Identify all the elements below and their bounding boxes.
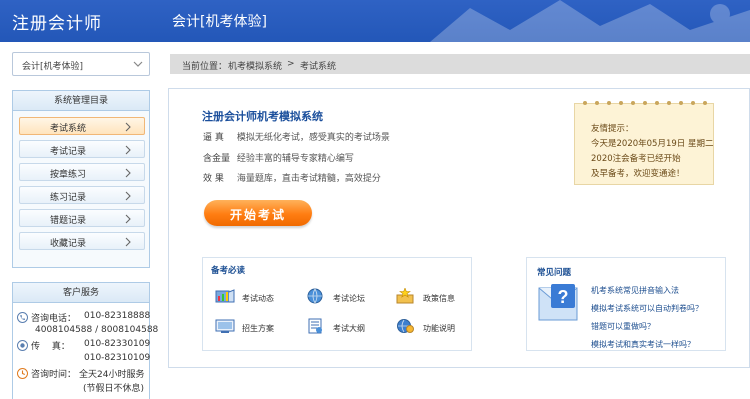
clock-icon	[17, 368, 28, 379]
prep-item-forum[interactable]: 考试论坛	[333, 293, 365, 304]
customer-service-box: 客户服务 咨询电话： 010-82318888 4008104588 / 800…	[12, 282, 158, 399]
tip-line-3: 及早备考，欢迎变通途！	[591, 169, 685, 179]
menu-item-favorites[interactable]: 收藏记录	[19, 232, 145, 250]
gear-globe-icon	[397, 319, 414, 333]
prep-title: 备考必读	[211, 266, 246, 276]
stars-icon	[396, 288, 414, 304]
header-decoration	[430, 0, 750, 42]
breadcrumb-item-simulation[interactable]: 机考模拟系统	[228, 59, 282, 72]
feature-text: 海量题库，直击考试精髓，高效提分	[236, 174, 381, 184]
feature-text: 模拟无纸化考试，感受真实的考试场景	[236, 133, 390, 143]
chevron-right-icon	[125, 214, 131, 224]
system-menu: 系统管理目录 考试系统 考试记录 按章练习 练习记录 错题记录 收藏记录	[12, 90, 150, 268]
tip-date: 今天是2020年05月19日 星期二	[591, 139, 714, 149]
chevron-right-icon	[125, 122, 131, 132]
fax-number-2: 010-82310109	[84, 353, 151, 363]
faq-question-1[interactable]: 机考系统常见拼音输入法	[591, 285, 679, 296]
chart-book-icon	[215, 289, 235, 303]
tip-line-2: 2020注会备考已经开始	[591, 154, 681, 164]
faq-question-4[interactable]: 模拟考试和真实考试一样吗？	[591, 339, 695, 350]
fax-icon	[17, 340, 28, 351]
menu-item-label: 收藏记录	[49, 239, 86, 249]
menu-item-label: 按章练习	[49, 170, 86, 180]
menu-item-exam-records[interactable]: 考试记录	[19, 140, 145, 158]
prep-item-enrollment[interactable]: 招生方案	[242, 323, 274, 334]
faq-question-3[interactable]: 错题可以重做吗？	[591, 321, 655, 332]
menu-item-wrong-answers[interactable]: 错题记录	[19, 209, 145, 227]
feature-effect: 效 果 海量题库，直击考试精髓，高效提分	[203, 171, 381, 184]
fax-number-1: 010-82330109	[84, 339, 151, 349]
exam-title: 会计[机考体验]	[172, 14, 267, 30]
feature-key: 含金量	[203, 154, 231, 164]
prep-item-exam-news[interactable]: 考试动态	[242, 293, 274, 304]
question-mark-icon: ?	[538, 284, 578, 321]
chevron-right-icon	[125, 191, 131, 201]
document-icon	[308, 318, 322, 334]
feature-value: 含金量 经验丰富的辅导专家精心编写	[203, 151, 354, 164]
menu-item-chapter-practice[interactable]: 按章练习	[19, 163, 145, 181]
phone-label: 咨询电话：	[31, 314, 77, 324]
service-time-2: (节假日不休息)	[83, 384, 145, 394]
phone-icon	[17, 312, 28, 323]
service-time-1: 全天24小时服务	[79, 370, 145, 380]
menu-item-label: 练习记录	[49, 193, 86, 203]
feature-realistic: 逼 真 模拟无纸化考试，感受真实的考试场景	[203, 130, 390, 143]
chevron-right-icon	[125, 168, 131, 178]
system-menu-title: 系统管理目录	[13, 91, 149, 111]
faq-question-2[interactable]: 模拟考试系统可以自动判卷吗？	[591, 303, 703, 314]
prep-item-features[interactable]: 功能说明	[423, 323, 455, 334]
breadcrumb-separator: >	[287, 59, 295, 69]
spiral-binding-icon	[583, 101, 707, 105]
breadcrumb: 当前位置： 机考模拟系统 > 考试系统	[170, 54, 750, 74]
chevron-down-icon	[133, 61, 143, 67]
customer-service-title: 客户服务	[13, 283, 149, 303]
menu-item-practice-records[interactable]: 练习记录	[19, 186, 145, 204]
prep-item-syllabus[interactable]: 考试大纲	[333, 323, 365, 334]
phone-number-1: 010-82318888	[84, 311, 151, 321]
chevron-right-icon	[125, 237, 131, 247]
feature-key: 效 果	[203, 174, 224, 184]
tip-note: 友情提示： 今天是2020年05月19日 星期二 2020注会备考已经开始 及早…	[574, 101, 714, 185]
prep-item-policy[interactable]: 政策信息	[423, 293, 455, 304]
globe-icon	[307, 288, 323, 304]
svg-text:?: ?	[558, 287, 569, 307]
breadcrumb-prefix: 当前位置：	[182, 62, 228, 72]
feature-key: 逼 真	[203, 133, 224, 143]
tip-title: 友情提示：	[591, 124, 634, 134]
start-exam-label: 开始考试	[229, 208, 286, 222]
breadcrumb-item-exam-system: 考试系统	[300, 62, 337, 72]
menu-item-label: 考试记录	[49, 147, 86, 157]
phone-number-2: 4008104588 / 8008104588	[35, 325, 159, 335]
screen-icon	[215, 319, 235, 333]
page-title: 注册会计师机考模拟系统	[202, 110, 323, 123]
prep-reading-box: 备考必读 考试动态 考试论坛 政策信息 招生方案 考试大纲 功能说明	[202, 257, 472, 351]
start-exam-button[interactable]: 开始考试	[204, 200, 312, 226]
fax-label: 传 真：	[31, 342, 70, 352]
chevron-right-icon	[125, 145, 131, 155]
top-header: 注册会计师 会计[机考体验]	[0, 0, 750, 42]
exam-mode-select[interactable]: 会计[机考体验]	[12, 52, 150, 76]
menu-item-exam-system[interactable]: 考试系统	[19, 117, 145, 135]
feature-text: 经验丰富的辅导专家精心编写	[236, 154, 354, 164]
faq-title: 常见问题	[537, 268, 572, 278]
exam-mode-value: 会计[机考体验]	[22, 62, 84, 72]
menu-item-label: 考试系统	[49, 124, 86, 134]
faq-box: 常见问题 ? 机考系统常见拼音输入法 模拟考试系统可以自动判卷吗？ 错题可以重做…	[526, 257, 726, 351]
service-time-label: 咨询时间：	[31, 370, 77, 380]
app-title: 注册会计师	[12, 14, 102, 34]
menu-item-label: 错题记录	[49, 216, 86, 226]
